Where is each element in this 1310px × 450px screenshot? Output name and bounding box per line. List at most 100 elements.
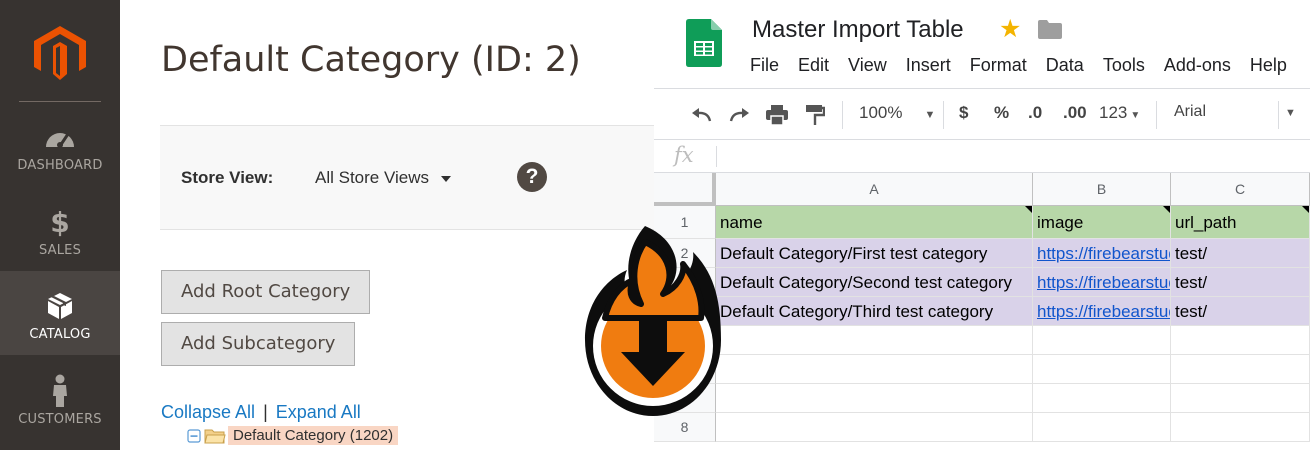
nav-item-dashboard[interactable]: DASHBOARD [0, 102, 120, 186]
dollar-icon: $ [50, 205, 70, 239]
cell-c5[interactable] [1171, 326, 1310, 355]
category-tree-node[interactable]: Default Category (1202) [187, 426, 399, 445]
font-family-select[interactable]: Arial [1174, 103, 1206, 121]
nav-item-customers[interactable]: CUSTOMERS [0, 356, 120, 440]
cell-a7[interactable] [716, 384, 1033, 413]
store-view-switcher[interactable]: All Store Views [315, 168, 452, 188]
document-title[interactable]: Master Import Table [752, 16, 964, 44]
star-icon[interactable]: ★ [999, 14, 1021, 44]
store-view-label: Store View: [181, 168, 274, 187]
cell-a6[interactable] [716, 355, 1033, 384]
menu-help[interactable]: Help [1250, 55, 1287, 76]
cell-b3[interactable]: https://firebearstudio.com [1033, 268, 1171, 297]
cell-b5[interactable] [1033, 326, 1171, 355]
zoom-value: 100% [859, 103, 903, 122]
nav-label: CUSTOMERS [18, 412, 102, 427]
note-indicator-icon [1163, 206, 1170, 213]
fx-icon: fx [674, 143, 694, 167]
help-icon[interactable]: ? [517, 162, 547, 192]
cell-c7[interactable] [1171, 384, 1310, 413]
dashboard-gauge-icon [0, 120, 120, 154]
menu-view[interactable]: View [848, 55, 887, 76]
increase-decimal-button[interactable]: .00 [1063, 103, 1087, 123]
cell-a3[interactable]: Default Category/Second test category [716, 268, 1033, 297]
link-separator: | [263, 402, 268, 422]
cell-c6[interactable] [1171, 355, 1310, 384]
nav-label: CATALOG [29, 327, 91, 342]
nav-label: DASHBOARD [17, 158, 103, 173]
more-formats-button[interactable]: 123 ▼ [1099, 103, 1140, 123]
cell-c1[interactable]: url_path [1171, 206, 1310, 239]
cell-b1[interactable]: image [1033, 206, 1171, 239]
person-icon [0, 374, 120, 408]
chevron-down-icon[interactable]: ▼ [1285, 107, 1296, 119]
cell-a8[interactable] [716, 413, 1033, 442]
menu-format[interactable]: Format [970, 55, 1027, 76]
folder-icon [204, 429, 226, 443]
page-title: Default Category (ID: 2) [161, 40, 581, 80]
add-subcategory-button[interactable]: Add Subcategory [161, 322, 356, 366]
cell-b6[interactable] [1033, 355, 1171, 384]
undo-icon[interactable] [690, 106, 714, 124]
currency-format-button[interactable]: $ [959, 103, 968, 123]
column-header-a[interactable]: A [716, 173, 1033, 206]
redo-icon[interactable] [727, 106, 751, 124]
chevron-down-icon: ▼ [924, 109, 936, 121]
more-formats-label: 123 [1099, 103, 1128, 122]
toolbar: 100% ▼ $ % .0 .00 123 ▼ Arial ▼ [654, 88, 1310, 140]
print-icon[interactable] [765, 105, 789, 125]
column-header-c[interactable]: C [1171, 173, 1310, 206]
cell-b2[interactable]: https://firebearstudio.com [1033, 239, 1171, 268]
toolbar-divider [1278, 101, 1279, 129]
cell-a2[interactable]: Default Category/First test category [716, 239, 1033, 268]
toolbar-divider [842, 101, 843, 129]
menu-bar: File Edit View Insert Format Data Tools … [750, 55, 1306, 76]
cell-b8[interactable] [1033, 413, 1171, 442]
magento-logo[interactable] [34, 26, 86, 80]
menu-add-ons[interactable]: Add-ons [1164, 55, 1231, 76]
tree-node-label: Default Category (1202) [228, 426, 399, 445]
cell-value: url_path [1175, 213, 1237, 232]
formula-divider [716, 146, 717, 167]
menu-data[interactable]: Data [1046, 55, 1084, 76]
nav-item-sales[interactable]: $ SALES [0, 187, 120, 271]
nav-item-catalog[interactable]: CATALOG [0, 271, 120, 355]
cell-c8[interactable] [1171, 413, 1310, 442]
toolbar-divider [1156, 101, 1157, 129]
menu-tools[interactable]: Tools [1103, 55, 1145, 76]
cell-a1[interactable]: name [716, 206, 1033, 239]
box-icon [0, 289, 120, 323]
menu-edit[interactable]: Edit [798, 55, 829, 76]
paint-format-icon[interactable] [805, 104, 825, 126]
cell-a5[interactable] [716, 326, 1033, 355]
folder-icon[interactable] [1038, 20, 1062, 39]
add-root-category-button[interactable]: Add Root Category [161, 270, 371, 314]
cell-c3[interactable]: test/ [1171, 268, 1310, 297]
cell-c4[interactable]: test/ [1171, 297, 1310, 326]
decrease-decimal-button[interactable]: .0 [1028, 103, 1042, 123]
cell-b4[interactable]: https://firebearstudio.com [1033, 297, 1171, 326]
firebear-flame-logo [585, 226, 721, 416]
google-sheets-logo[interactable] [686, 19, 722, 67]
collapse-all-link[interactable]: Collapse All [161, 402, 255, 422]
collapse-toggle-icon[interactable] [187, 428, 201, 443]
expand-all-link[interactable]: Expand All [276, 402, 361, 422]
column-header-b[interactable]: B [1033, 173, 1171, 206]
menu-file[interactable]: File [750, 55, 779, 76]
zoom-select[interactable]: 100% ▼ [859, 103, 935, 123]
note-indicator-icon [1302, 206, 1309, 213]
menu-insert[interactable]: Insert [906, 55, 951, 76]
store-view-bar: Store View: All Store Views ? [160, 125, 680, 230]
nav-label: SALES [38, 243, 82, 258]
google-sheets-window: Master Import Table ★ File Edit View Ins… [654, 0, 1310, 450]
cell-a4[interactable]: Default Category/Third test category [716, 297, 1033, 326]
toolbar-divider [943, 101, 944, 129]
formula-bar[interactable]: fx [654, 140, 1310, 173]
percent-format-button[interactable]: % [994, 103, 1009, 123]
cell-b7[interactable] [1033, 384, 1171, 413]
select-all-corner[interactable] [654, 173, 716, 206]
cell-value: name [720, 213, 763, 232]
cell-c2[interactable]: test/ [1171, 239, 1310, 268]
caret-down-icon [441, 175, 452, 182]
note-indicator-icon [1025, 206, 1032, 213]
